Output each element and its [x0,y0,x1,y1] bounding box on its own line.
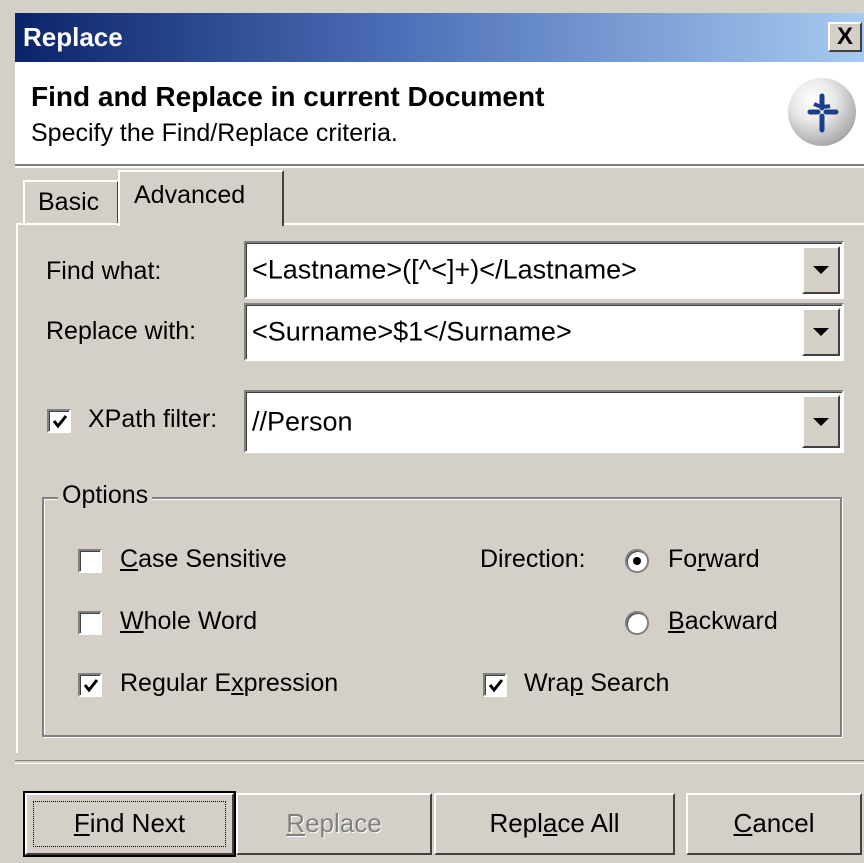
wrap-search-checkbox[interactable] [483,673,507,697]
options-legend: Options [58,481,153,510]
whole-word-checkbox[interactable] [78,611,102,635]
title-bar: Replace X [15,13,864,62]
header-title: Find and Replace in current Document [31,81,545,112]
regular-expression-checkbox[interactable] [78,673,102,697]
xpath-filter-input[interactable]: //Person [252,406,353,437]
header-subtitle: Specify the Find/Replace criteria. [31,119,398,147]
checkmark-icon [83,679,99,693]
replace-with-input[interactable]: <Surname>$1</Surname> [252,317,572,348]
find-next-button[interactable]: Find Next [23,791,236,857]
button-separator [15,760,864,764]
xpath-filter-combo[interactable]: //Person [244,390,844,453]
replace-all-label: Replace All [489,808,620,838]
header-separator [15,166,864,168]
close-icon: X [836,23,853,50]
checkmark-icon [488,679,504,693]
chevron-down-icon[interactable] [802,395,840,448]
find-what-label: Find what: [46,257,162,285]
radio-selected-dot [633,557,641,565]
regular-expression-label[interactable]: Regular Expression [120,669,338,698]
direction-label: Direction: [480,545,586,573]
chevron-down-icon[interactable] [802,308,840,356]
window-title: Replace [23,22,123,52]
replace-with-combo[interactable]: <Surname>$1</Surname> [244,303,844,361]
replace-label: Replace [286,808,382,838]
chevron-down-icon[interactable] [802,246,840,294]
close-button[interactable]: X [828,22,862,52]
cancel-label: Cancel [733,808,815,838]
crosshair-globe-icon [788,78,856,146]
tab-advanced[interactable]: Advanced [118,170,284,226]
replace-with-label: Replace with: [46,317,197,345]
tab-advanced-label: Advanced [134,181,246,209]
xpath-filter-checkbox[interactable] [47,409,71,433]
backward-label[interactable]: Backward [668,607,778,636]
replace-all-button[interactable]: Replace All [434,793,675,855]
checkmark-icon [52,415,68,429]
case-sensitive-checkbox[interactable] [78,549,102,573]
replace-button[interactable]: Replace [236,793,432,855]
whole-word-label[interactable]: Whole Word [120,607,257,636]
forward-radio[interactable] [625,549,649,573]
find-what-combo[interactable]: <Lastname>([^<]+)</Lastname> [244,241,844,299]
case-sensitive-label[interactable]: Case Sensitive [120,545,287,574]
forward-label[interactable]: Forward [668,545,760,574]
tab-basic-label: Basic [38,188,100,216]
dialog-header: Find and Replace in current Document Spe… [15,62,864,166]
cancel-button[interactable]: Cancel [686,793,862,855]
focus-rectangle [33,801,226,847]
wrap-search-label[interactable]: Wrap Search [524,669,669,698]
backward-radio[interactable] [625,611,649,635]
find-what-input[interactable]: <Lastname>([^<]+)</Lastname> [252,255,637,286]
tab-basic[interactable]: Basic [23,180,119,224]
xpath-filter-label: XPath filter: [88,405,218,433]
